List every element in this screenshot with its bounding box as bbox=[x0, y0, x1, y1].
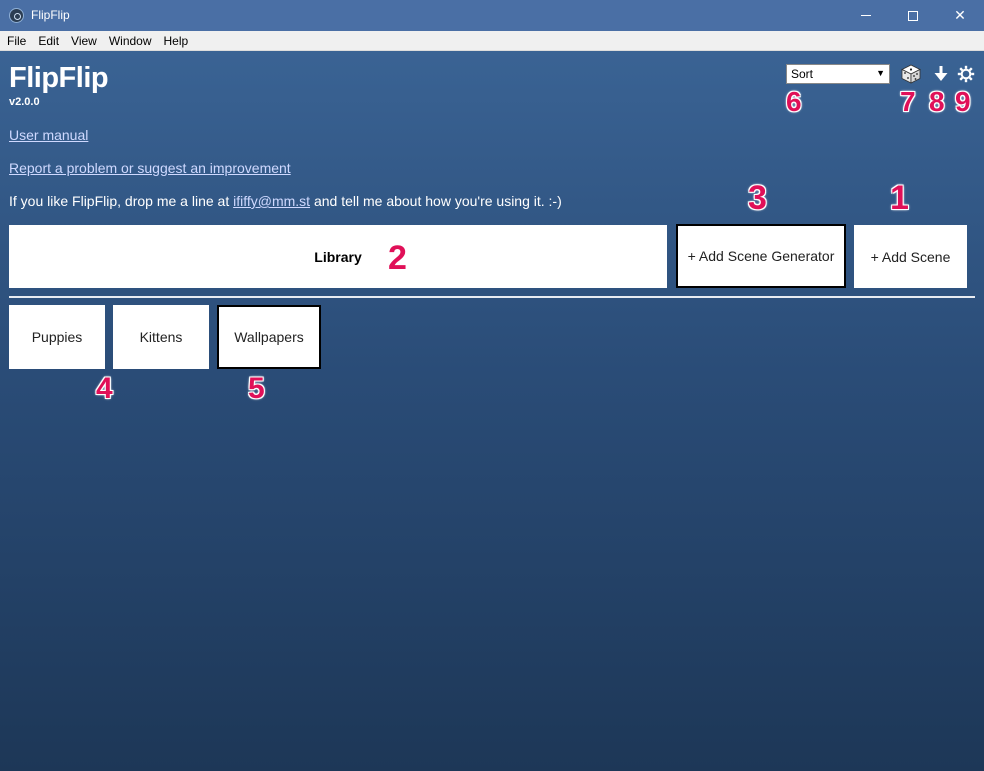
dice-icon[interactable] bbox=[900, 63, 922, 85]
library-button[interactable]: Library bbox=[9, 225, 667, 288]
main-content: FlipFlip v2.0.0 User manual Report a pro… bbox=[0, 51, 984, 771]
menu-help[interactable]: Help bbox=[158, 31, 195, 51]
app-logo-icon bbox=[9, 8, 24, 23]
app-version: v2.0.0 bbox=[9, 96, 40, 108]
callout-first-scene: 4 bbox=[96, 372, 113, 405]
scene-label: Puppies bbox=[31, 329, 83, 345]
scene-label: Wallpapers bbox=[234, 329, 304, 345]
close-button[interactable]: ✕ bbox=[937, 0, 983, 31]
close-icon: ✕ bbox=[954, 7, 966, 23]
divider bbox=[9, 296, 975, 298]
contact-suffix: and tell me about how you're using it. :… bbox=[310, 193, 562, 209]
maximize-button[interactable] bbox=[890, 0, 936, 31]
minimize-icon bbox=[861, 15, 871, 16]
add-scene-generator-label: + Add Scene Generator bbox=[687, 248, 835, 264]
minimize-button[interactable] bbox=[843, 0, 889, 31]
menu-file[interactable]: File bbox=[0, 31, 32, 51]
window-title: FlipFlip bbox=[31, 8, 70, 22]
add-scene-generator-button[interactable]: + Add Scene Generator bbox=[676, 224, 846, 288]
contact-prefix: If you like FlipFlip, drop me a line at bbox=[9, 193, 234, 209]
add-scene-label: + Add Scene bbox=[870, 248, 951, 265]
menu-bar: File Edit View Window Help bbox=[0, 31, 984, 51]
scene-tile-puppies[interactable]: Puppies bbox=[9, 305, 105, 369]
callout-add-scene: 1 bbox=[890, 179, 909, 217]
chevron-down-icon: ▼ bbox=[876, 68, 885, 78]
callout-download: 8 bbox=[929, 86, 945, 117]
sort-select[interactable]: Sort ▼ bbox=[786, 64, 890, 84]
callout-library: 2 bbox=[388, 239, 407, 277]
maximize-icon bbox=[908, 10, 918, 21]
app-title: FlipFlip bbox=[9, 62, 109, 94]
contact-text: If you like FlipFlip, drop me a line at … bbox=[9, 193, 562, 209]
scene-tile-kittens[interactable]: Kittens bbox=[113, 305, 209, 369]
scene-tile-wallpapers[interactable]: Wallpapers bbox=[217, 305, 321, 369]
menu-view[interactable]: View bbox=[65, 31, 103, 51]
report-problem-link[interactable]: Report a problem or suggest an improveme… bbox=[9, 160, 291, 176]
callout-third-scene: 5 bbox=[248, 372, 265, 405]
menu-window[interactable]: Window bbox=[103, 31, 158, 51]
user-manual-link[interactable]: User manual bbox=[9, 127, 88, 143]
menu-edit[interactable]: Edit bbox=[32, 31, 65, 51]
gear-icon[interactable] bbox=[955, 63, 977, 85]
callout-sort: 6 bbox=[786, 86, 802, 117]
callout-settings: 9 bbox=[955, 86, 971, 117]
sort-value: Sort bbox=[791, 67, 814, 81]
email-link[interactable]: ififfy@mm.st bbox=[233, 193, 310, 209]
callout-dice: 7 bbox=[900, 86, 916, 117]
window-titlebar[interactable]: FlipFlip ✕ bbox=[0, 0, 984, 31]
callout-add-generator: 3 bbox=[748, 179, 767, 217]
add-scene-button[interactable]: + Add Scene bbox=[854, 225, 967, 288]
download-icon[interactable] bbox=[930, 63, 952, 85]
scene-label: Kittens bbox=[139, 329, 183, 345]
library-label: Library bbox=[314, 248, 362, 265]
